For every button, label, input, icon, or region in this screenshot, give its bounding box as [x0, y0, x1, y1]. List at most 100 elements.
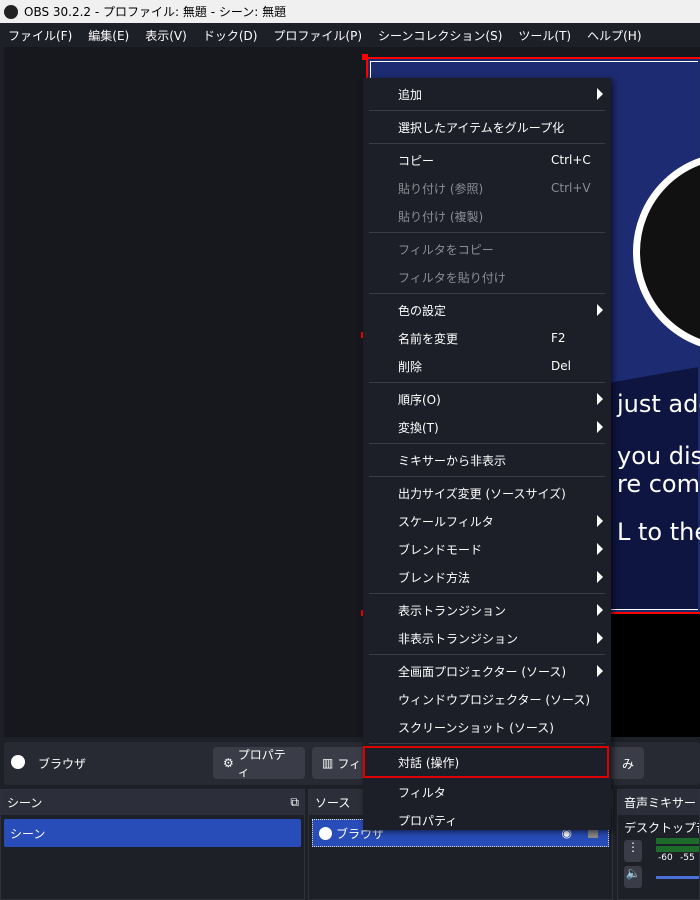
- scene-name: シーン: [10, 826, 46, 841]
- menu-item-label: 色の設定: [398, 303, 447, 318]
- menu-item-label: プロパティ: [398, 813, 458, 828]
- context-menu-item[interactable]: フィルタをコピー: [363, 235, 611, 263]
- menu-separator: [369, 143, 605, 144]
- submenu-arrow-icon: [597, 665, 603, 677]
- menu-item-label: 表示トランジション: [398, 603, 507, 618]
- context-menu-item[interactable]: フィルタ: [363, 778, 611, 806]
- submenu-arrow-icon: [597, 604, 603, 616]
- context-menu-item[interactable]: 対話 (操作): [363, 746, 609, 778]
- context-menu-item[interactable]: 名前を変更 F2: [363, 324, 611, 352]
- context-menu: 追加選択したアイテムをグループ化コピー Ctrl+C 貼り付け (参照) Ctrl+V…: [363, 78, 611, 830]
- menu-item-label: フィルタをコピー: [398, 242, 494, 257]
- menu-item-shortcut: F2: [551, 331, 566, 345]
- menu-7[interactable]: ヘルプ(H): [587, 27, 641, 44]
- menu-item-shortcut: Ctrl+C: [551, 153, 591, 167]
- menu-item-shortcut: Del: [551, 359, 571, 373]
- scenes-title: シーン: [7, 796, 43, 810]
- menu-item-label: スケールフィルタ: [398, 514, 494, 529]
- submenu-arrow-icon: [597, 421, 603, 433]
- context-menu-item[interactable]: ブレンド方法: [363, 563, 611, 591]
- context-menu-item[interactable]: プロパティ: [363, 806, 611, 834]
- menu-item-label: 貼り付け (複製): [398, 209, 484, 224]
- context-menu-item[interactable]: 選択したアイテムをグループ化: [363, 113, 611, 141]
- context-menu-item[interactable]: ミキサーから非表示: [363, 446, 611, 474]
- menu-2[interactable]: 表示(V): [145, 27, 187, 44]
- context-menu-item[interactable]: フィルタを貼り付け: [363, 263, 611, 291]
- selected-source-name: ブラウザ: [38, 757, 87, 771]
- context-menu-item[interactable]: コピー Ctrl+C: [363, 146, 611, 174]
- context-menu-item[interactable]: 追加: [363, 80, 611, 108]
- menu-item-label: 順序(O): [398, 392, 441, 407]
- submenu-arrow-icon: [597, 304, 603, 316]
- context-menu-item[interactable]: 表示トランジション: [363, 596, 611, 624]
- sources-title: ソース: [315, 796, 351, 810]
- properties-label: プロパティ: [237, 748, 286, 779]
- undock-icon[interactable]: ⧉: [290, 795, 299, 810]
- context-menu-item[interactable]: スクリーンショット (ソース): [363, 713, 611, 741]
- menu-separator: [369, 743, 605, 744]
- menu-item-label: 変換(T): [398, 420, 439, 435]
- properties-button[interactable]: ⚙ プロパティ: [213, 747, 305, 779]
- meter-tick: -55: [680, 853, 695, 863]
- menu-1[interactable]: 編集(E): [88, 27, 129, 44]
- submenu-arrow-icon: [597, 632, 603, 644]
- filter-icon: ▥: [322, 756, 334, 770]
- menu-4[interactable]: プロファイル(P): [273, 27, 362, 44]
- menu-item-shortcut: Ctrl+V: [551, 181, 591, 195]
- menu-item-label: ミキサーから非表示: [398, 453, 507, 468]
- context-menu-item[interactable]: 削除 Del: [363, 352, 611, 380]
- scenes-dock: シーン ⧉ シーン: [0, 789, 305, 900]
- menu-item-label: ブレンド方法: [398, 570, 471, 585]
- context-menu-item[interactable]: スケールフィルタ: [363, 507, 611, 535]
- preview-text: L to the: [617, 518, 700, 546]
- menu-bar: ファイル(F) 編集(E) 表示(V) ドック(D) プロファイル(P) シーンコレクショ…: [0, 23, 700, 47]
- context-menu-item[interactable]: 全画面プロジェクター (ソース): [363, 657, 611, 685]
- menu-6[interactable]: ツール(T): [518, 27, 571, 44]
- audio-mixer-dock: 音声ミキサー デスクトップ音声 ⋮ -60 -55 🔈: [617, 789, 700, 900]
- volume-meter: [656, 846, 699, 852]
- mixer-title: 音声ミキサー: [624, 796, 697, 810]
- preview-text: just add: [617, 390, 700, 418]
- filters-label: フィ: [337, 756, 362, 771]
- context-menu-item[interactable]: ウィンドウプロジェクター (ソース): [363, 685, 611, 713]
- submenu-arrow-icon: [597, 571, 603, 583]
- menu-item-label: 全画面プロジェクター (ソース): [398, 664, 567, 679]
- title-bar: OBS 30.2.2 - プロファイル: 無題 - シーン: 無題: [0, 0, 700, 23]
- context-menu-item[interactable]: 出力サイズ変更 (ソースサイズ): [363, 479, 611, 507]
- scene-item[interactable]: シーン: [4, 819, 301, 847]
- menu-item-label: コピー: [398, 153, 435, 168]
- context-menu-item[interactable]: 非表示トランジション: [363, 624, 611, 652]
- meter-tick: -60: [658, 853, 673, 863]
- menu-item-label: ブレンドモード: [398, 542, 483, 557]
- menu-separator: [369, 110, 605, 111]
- channel-menu-button[interactable]: ⋮: [624, 840, 642, 862]
- globe-icon: [11, 755, 25, 769]
- menu-item-label: 非表示トランジション: [398, 631, 519, 646]
- context-menu-item[interactable]: 変換(T): [363, 413, 611, 441]
- menu-item-label: ウィンドウプロジェクター (ソース): [398, 692, 591, 707]
- menu-item-label: 削除: [398, 359, 423, 374]
- menu-item-label: 対話 (操作): [398, 755, 460, 770]
- context-menu-item[interactable]: ブレンドモード: [363, 535, 611, 563]
- menu-separator: [369, 382, 605, 383]
- menu-item-label: 追加: [398, 87, 423, 102]
- context-menu-item[interactable]: 順序(O): [363, 385, 611, 413]
- resize-handle[interactable]: [362, 54, 368, 60]
- menu-5[interactable]: シーンコレクション(S): [378, 27, 502, 44]
- menu-0[interactable]: ファイル(F): [8, 27, 72, 44]
- preview-text: re comm: [617, 470, 700, 498]
- mute-speaker-icon[interactable]: 🔈: [624, 866, 642, 888]
- submenu-arrow-icon: [597, 515, 603, 527]
- menu-3[interactable]: ドック(D): [203, 27, 258, 44]
- submenu-arrow-icon: [597, 543, 603, 555]
- context-menu-item[interactable]: 貼り付け (複製): [363, 202, 611, 230]
- menu-item-label: 出力サイズ変更 (ソースサイズ): [398, 486, 566, 501]
- context-menu-item[interactable]: 色の設定: [363, 296, 611, 324]
- menu-separator: [369, 232, 605, 233]
- context-menu-item[interactable]: 貼り付け (参照) Ctrl+V: [363, 174, 611, 202]
- menu-separator: [369, 654, 605, 655]
- volume-slider[interactable]: [656, 876, 699, 879]
- mixer-header: 音声ミキサー: [618, 790, 699, 815]
- menu-item-label: フィルタ: [398, 785, 446, 800]
- gear-icon: ⚙: [223, 756, 234, 770]
